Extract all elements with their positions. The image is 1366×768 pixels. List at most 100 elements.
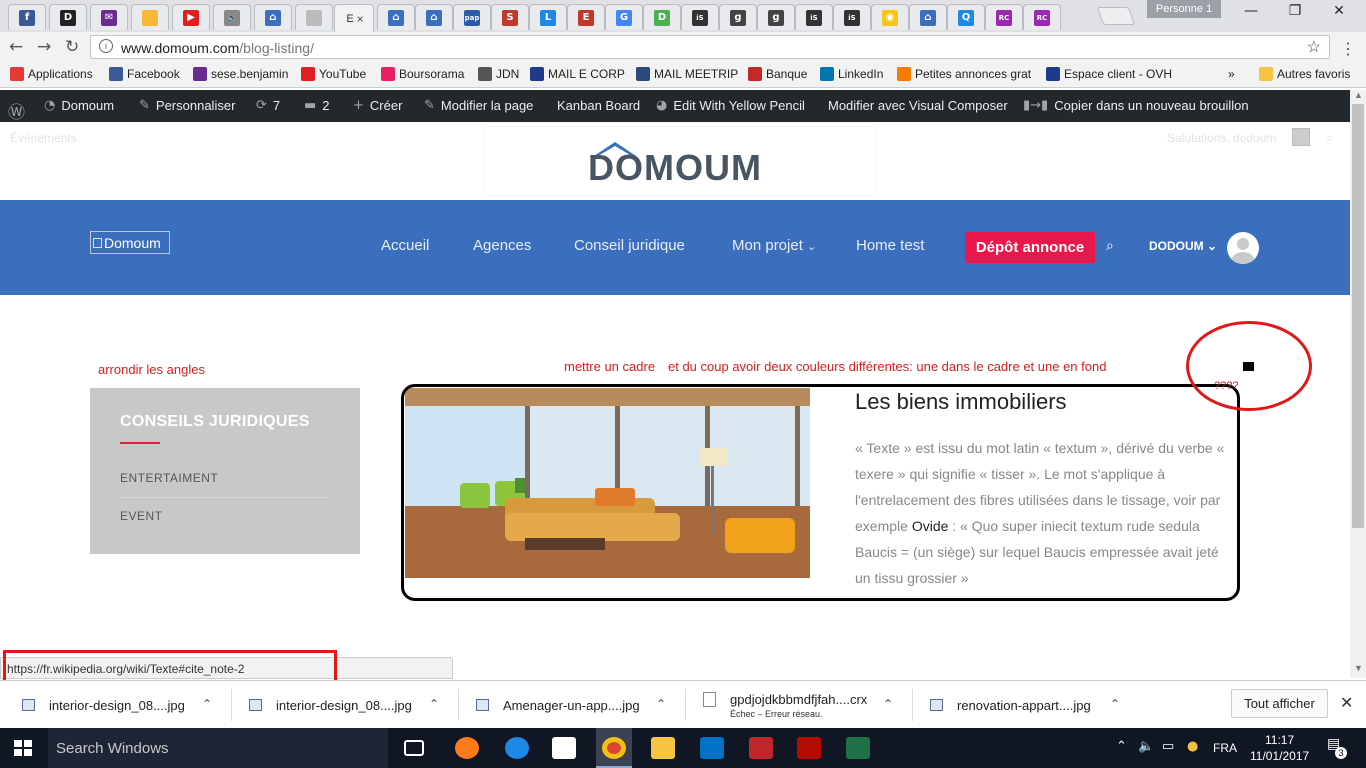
bookmark-item[interactable]: Petites annonces grat (897, 67, 1031, 81)
nav-accueil[interactable]: Accueil (381, 237, 429, 254)
tab-active[interactable]: E × (334, 4, 374, 32)
browser-menu-icon[interactable]: ⋮ (1340, 39, 1356, 59)
browser-tab[interactable]: iS (833, 4, 871, 30)
download-item[interactable]: renovation-appart....jpg ⌃ (930, 681, 1130, 729)
forward-icon[interactable]: → (37, 37, 51, 57)
downloads-close-icon[interactable]: ✕ (1340, 693, 1353, 712)
language-indicator[interactable]: FRA (1213, 741, 1237, 755)
nav-agences[interactable]: Agences (473, 237, 531, 254)
top-search-icon[interactable]: ⌕ (1326, 130, 1333, 146)
outlook-icon[interactable] (700, 737, 724, 759)
browser-tab[interactable]: iS (795, 4, 833, 30)
wp-kanban-link[interactable]: Kanban Board (557, 98, 640, 113)
browser-tab[interactable]: Q (947, 4, 985, 30)
bookmark-item[interactable]: Banque (748, 67, 807, 81)
firefox-icon[interactable] (455, 737, 479, 759)
wp-copy-draft-link[interactable]: ▮→▮ Copier dans un nouveau brouillon (1023, 98, 1249, 113)
tray-chevron-icon[interactable]: ⌃ (1116, 739, 1127, 754)
scroll-thumb[interactable] (1352, 104, 1364, 528)
windows-search-box[interactable]: Search Windows (48, 728, 388, 768)
download-chevron-icon[interactable]: ⌃ (429, 697, 439, 711)
bookmark-item[interactable]: Facebook (109, 67, 180, 81)
browser-tab[interactable]: G (605, 4, 643, 30)
download-item[interactable]: gpdjojdkbbmdfjfah....crx Échec – Erreur … (703, 681, 903, 729)
restore-icon[interactable]: ❐ (1277, 3, 1313, 23)
bookmark-item[interactable]: MAIL E CORP (530, 67, 625, 81)
events-link[interactable]: Événements (10, 131, 77, 145)
back-icon[interactable]: ← (9, 37, 23, 57)
nav-mon-projet[interactable]: Mon projet ⌄ (732, 237, 816, 254)
network-icon[interactable]: ▭ (1162, 739, 1174, 754)
nav-search-icon[interactable]: ⌕ (1106, 238, 1114, 254)
browser-tab[interactable]: g (757, 4, 795, 30)
browser-tab[interactable] (131, 4, 169, 30)
show-all-downloads-button[interactable]: Tout afficher (1231, 689, 1328, 718)
browser-tab[interactable]: RC (985, 4, 1023, 30)
tab-close-icon[interactable]: × (357, 12, 364, 26)
bookmark-star-icon[interactable]: ☆ (1307, 37, 1321, 57)
site-logo[interactable]: DOMOUM (588, 136, 773, 197)
wp-edit-link[interactable]: ✎ Modifier la page (424, 98, 533, 113)
browser-tab[interactable]: iS (681, 4, 719, 30)
browser-tab[interactable]: ◉ (871, 4, 909, 30)
download-chevron-icon[interactable]: ⌃ (883, 697, 893, 711)
scroll-down-icon[interactable]: ▼ (1354, 663, 1363, 673)
excel-icon[interactable] (846, 737, 870, 759)
browser-tab[interactable]: L (529, 4, 567, 30)
browser-tab[interactable]: 🔈 (213, 4, 251, 30)
acrobat-icon[interactable] (797, 737, 821, 759)
download-chevron-icon[interactable]: ⌃ (202, 697, 212, 711)
browser-tab[interactable]: D (643, 4, 681, 30)
address-bar[interactable]: i www.domoum.com/blog-listing/ ☆ (90, 35, 1330, 59)
weather-icon[interactable]: ● (1187, 739, 1198, 754)
user-avatar[interactable] (1227, 232, 1259, 264)
bookmark-item[interactable]: Espace client - OVH (1046, 67, 1172, 81)
chrome-icon[interactable] (602, 737, 626, 759)
wp-yellow-pencil-link[interactable]: ◕ Edit With Yellow Pencil (656, 98, 805, 113)
reload-icon[interactable]: ↻ (65, 37, 79, 57)
wp-customize-link[interactable]: ✎ Personnaliser (139, 98, 235, 113)
greeting-avatar[interactable] (1292, 128, 1310, 146)
download-item[interactable]: interior-design_08....jpg ⌃ (22, 681, 222, 729)
bookmarks-more-icon[interactable]: » (1228, 67, 1235, 81)
windows-start-icon[interactable] (14, 740, 32, 756)
wp-new-link[interactable]: + Créer (353, 98, 402, 113)
card-title[interactable]: Les biens immobiliers (855, 389, 1067, 415)
depot-annonce-button[interactable]: Dépôt annonce (965, 232, 1095, 263)
download-chevron-icon[interactable]: ⌃ (656, 697, 666, 711)
greeting-text[interactable]: Salutations, dodoum (1167, 131, 1276, 145)
download-item[interactable]: Amenager-un-app....jpg ⌃ (476, 681, 676, 729)
info-icon[interactable]: i (99, 39, 113, 53)
scroll-up-icon[interactable]: ▲ (1354, 90, 1363, 100)
nav-conseil-juridique[interactable]: Conseil juridique (574, 237, 685, 254)
sidebar-item-entertaiment[interactable]: ENTERTAIMENT (120, 471, 218, 485)
volume-icon[interactable]: 🔈 (1138, 739, 1154, 754)
browser-tab[interactable]: ✉ (90, 4, 128, 30)
browser-tab[interactable]: pap (453, 4, 491, 30)
browser-tab[interactable]: E (567, 4, 605, 30)
download-item[interactable]: interior-design_08....jpg ⌃ (249, 681, 449, 729)
browser-tab[interactable]: ⌂ (415, 4, 453, 30)
other-bookmarks[interactable]: Autres favoris (1259, 67, 1350, 81)
browser-tab[interactable]: RC (1023, 4, 1061, 30)
broken-logo-image[interactable]: Domoum (90, 231, 170, 254)
window-close-icon[interactable]: ✕ (1321, 3, 1357, 23)
filezilla-icon[interactable] (749, 737, 773, 759)
wp-visual-composer-link[interactable]: Modifier avec Visual Composer (828, 98, 1008, 113)
browser-tab[interactable]: ⌂ (909, 4, 947, 30)
bookmark-item[interactable]: MAIL MEETRIP (636, 67, 738, 81)
profile-button[interactable]: Personne 1 (1147, 0, 1221, 18)
browser-tab[interactable] (295, 4, 333, 30)
ovide-link[interactable]: Ovide (912, 518, 949, 534)
bookmark-item[interactable]: sese.benjamin (193, 67, 288, 81)
sidebar-item-event[interactable]: EVENT (120, 509, 163, 523)
minimize-icon[interactable]: — (1233, 3, 1269, 23)
bookmark-item[interactable]: Boursorama (381, 67, 464, 81)
download-chevron-icon[interactable]: ⌃ (1110, 697, 1120, 711)
bookmark-item[interactable]: Applications (10, 67, 93, 81)
browser-tab[interactable]: D (49, 4, 87, 30)
browser-tab[interactable]: S (491, 4, 529, 30)
browser-tab[interactable]: g (719, 4, 757, 30)
clock[interactable]: 11:17 11/01/2017 (1250, 732, 1309, 764)
wordpress-icon[interactable]: Ⓦ (8, 98, 31, 123)
